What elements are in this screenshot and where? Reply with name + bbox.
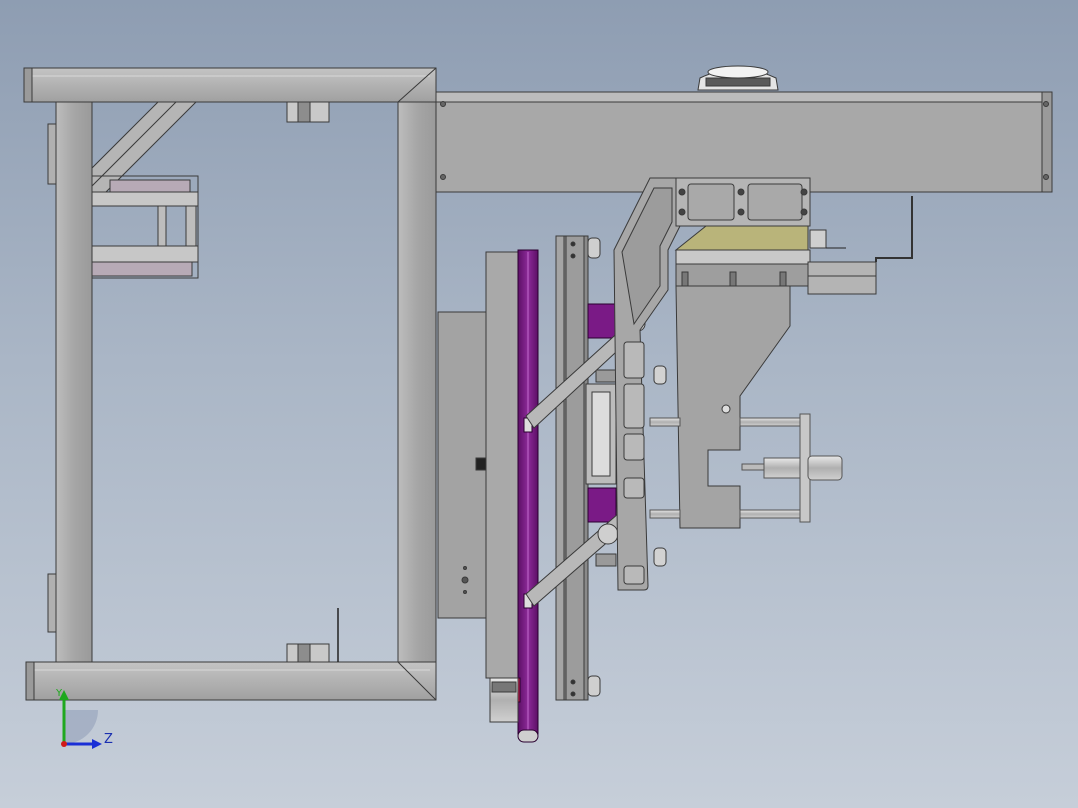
bottom-motor[interactable] [489, 677, 519, 723]
machine-assembly-drawing[interactable] [0, 0, 1078, 808]
purple-block-upper[interactable] [587, 303, 617, 339]
arm-knob-2[interactable] [653, 547, 667, 567]
purple-block-lower[interactable] [587, 487, 617, 523]
side-plate[interactable] [675, 285, 791, 529]
dome-fixture[interactable] [697, 65, 779, 91]
frame-bottom-beam[interactable] [27, 661, 437, 701]
triad-z-label: Z [104, 732, 113, 747]
frame-end-cap-top [23, 67, 33, 103]
cylinder-body[interactable] [807, 455, 843, 481]
frame-right-post[interactable] [397, 101, 437, 663]
column-knob-bottom[interactable] [587, 675, 601, 697]
frame-side-plate-lower [47, 573, 57, 633]
triad-y-label: Y [56, 688, 63, 699]
frame-top-beam[interactable] [25, 67, 437, 103]
triad-origin [61, 741, 67, 747]
column-knob-top[interactable] [587, 237, 601, 259]
frame-side-plate-upper [47, 123, 57, 185]
bracket-arm[interactable] [613, 177, 681, 591]
frame-left-post[interactable] [55, 101, 93, 663]
pivot-joint[interactable] [597, 523, 619, 545]
arm-knob-1[interactable] [653, 365, 667, 385]
top-right-beam[interactable] [435, 65, 1053, 193]
olive-plate[interactable] [674, 225, 809, 251]
cad-viewport[interactable]: Y Z [0, 0, 1078, 808]
left-frame[interactable] [23, 67, 437, 701]
frame-end-cap-bottom [25, 661, 35, 701]
